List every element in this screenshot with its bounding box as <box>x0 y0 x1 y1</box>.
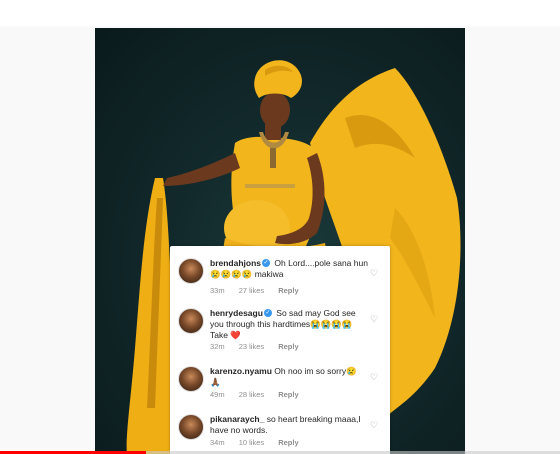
reply-button[interactable]: Reply <box>278 286 298 295</box>
comment-text-block: pikanaraych_ so heart breaking maaa,I ha… <box>210 414 368 436</box>
comment-item: karenzo.nyamu Oh noo im so sorry😢 🙏🏾 49m… <box>170 364 390 404</box>
verified-badge-icon: ✓ <box>263 309 272 318</box>
verified-badge-icon: ✓ <box>262 259 271 268</box>
avatar[interactable] <box>178 366 204 392</box>
reply-button[interactable]: Reply <box>278 342 298 351</box>
comment-item: pikanaraych_ so heart breaking maaa,I ha… <box>170 412 390 452</box>
comment-likes[interactable]: 28 likes <box>239 390 264 399</box>
heart-icon[interactable]: ♡ <box>369 420 379 430</box>
reply-button[interactable]: Reply <box>278 390 298 399</box>
comments-panel: brendahjons ✓ Oh Lord....pole sana hun 😢😢… <box>170 246 390 454</box>
comment-likes[interactable]: 23 likes <box>239 342 264 351</box>
comment-time: 49m <box>210 390 225 399</box>
comment-text-block: henrydesagu ✓ So sad may God see you thro… <box>210 308 368 341</box>
comment-username[interactable]: karenzo.nyamu <box>210 366 272 376</box>
left-arm <box>163 153 240 186</box>
comment-username[interactable]: pikanaraych_ <box>210 414 264 424</box>
heart-icon[interactable]: ♡ <box>369 372 379 382</box>
face <box>260 92 290 128</box>
comment-item: henrydesagu ✓ So sad may God see you thro… <box>170 304 390 354</box>
comment-username[interactable]: henrydesagu <box>210 308 263 318</box>
comment-time: 32m <box>210 342 225 351</box>
avatar[interactable] <box>178 414 204 440</box>
comment-meta: 32m 23 likes Reply <box>210 342 311 351</box>
avatar[interactable] <box>178 308 204 334</box>
comment-text-block: karenzo.nyamu Oh noo im so sorry😢 🙏🏾 <box>210 366 368 388</box>
comment-likes[interactable]: 10 likes <box>239 438 264 447</box>
heart-icon[interactable]: ♡ <box>369 314 379 324</box>
heart-icon[interactable]: ♡ <box>369 268 379 278</box>
pendant <box>270 148 276 168</box>
comment-meta: 33m 27 likes Reply <box>210 286 311 295</box>
reply-button[interactable]: Reply <box>278 438 298 447</box>
comment-item: brendahjons ✓ Oh Lord....pole sana hun 😢😢… <box>170 254 390 298</box>
top-bar <box>0 0 560 26</box>
comment-likes[interactable]: 27 likes <box>239 286 264 295</box>
comment-meta: 49m 28 likes Reply <box>210 390 311 399</box>
video-frame[interactable]: brendahjons ✓ Oh Lord....pole sana hun 😢😢… <box>0 0 560 454</box>
comment-meta: 34m 10 likes Reply <box>210 438 311 447</box>
comment-time: 33m <box>210 286 225 295</box>
comment-text-block: brendahjons ✓ Oh Lord....pole sana hun 😢😢… <box>210 258 368 280</box>
comment-username[interactable]: brendahjons <box>210 258 261 268</box>
comment-time: 34m <box>210 438 225 447</box>
avatar[interactable] <box>178 258 204 284</box>
gold-belt <box>245 184 295 188</box>
